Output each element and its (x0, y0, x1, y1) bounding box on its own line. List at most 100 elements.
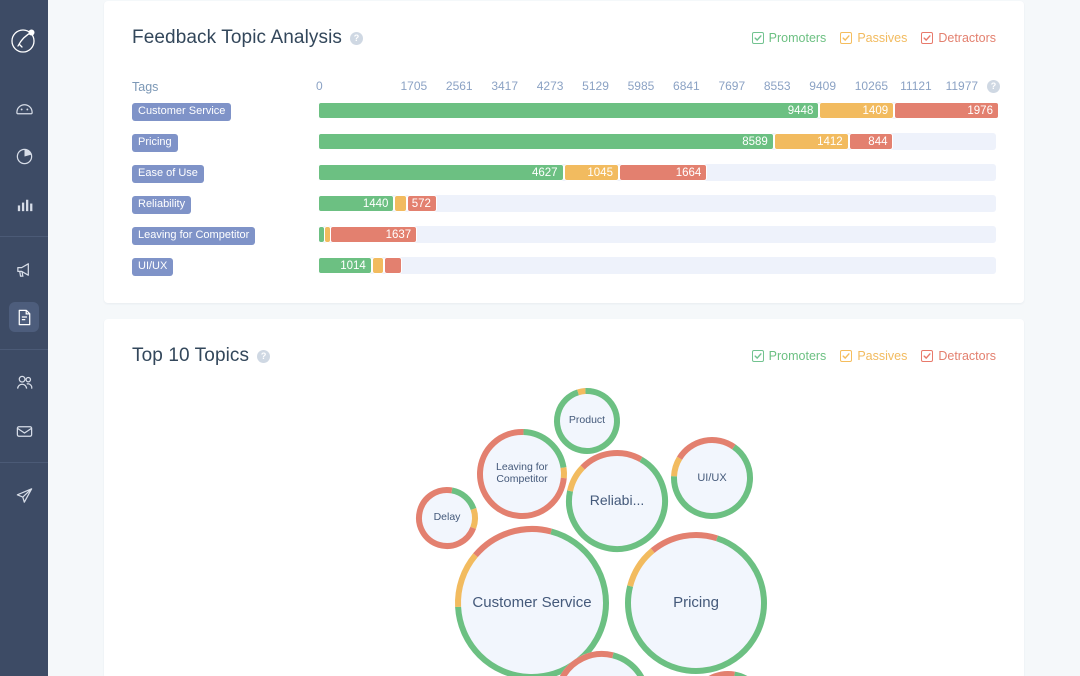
table-row: Ease of Use 4627 1045 1664 (132, 157, 996, 188)
tag-pill[interactable]: UI/UX (132, 257, 174, 276)
topics-title-group: Top 10 Topics ? (132, 345, 271, 367)
legend-label-promoters: Promoters (768, 31, 827, 45)
donut-arc-passives (455, 553, 478, 608)
tag-pill[interactable]: Reliability (132, 195, 192, 214)
bar-track: 4627 1045 1664 (318, 164, 996, 181)
topic-bubble[interactable]: Product (554, 388, 620, 454)
help-icon[interactable]: ? (350, 31, 364, 45)
donut-ring (559, 651, 645, 676)
donut-arc-passives (627, 548, 655, 587)
sidebar-item-reports[interactable] (9, 141, 39, 171)
legend-item-detractors[interactable]: Detractors (921, 349, 996, 363)
sidebar-group-analytics (0, 84, 48, 228)
bar-label-cell: Reliability (132, 194, 318, 214)
feedback-title-group: Feedback Topic Analysis ? (132, 27, 364, 49)
tag-pill[interactable]: Pricing (132, 133, 178, 152)
bar-chart-icon (17, 199, 32, 211)
checkbox-checked-icon[interactable] (751, 32, 764, 44)
bar-segment-detractors[interactable]: 844 (848, 133, 894, 150)
donut-arc-promoters (566, 456, 668, 552)
bar-label-cell: Pricing (132, 132, 318, 152)
tag-pill[interactable]: Ease of Use (132, 164, 204, 183)
bar-track: 8589 1412 844 (318, 133, 996, 150)
bar-segment-promoters[interactable]: 1440 (318, 195, 395, 212)
bar-segment-detractors[interactable]: 572 (406, 195, 437, 212)
tags-column-header: Tags (132, 80, 159, 94)
donut-arc-passives (577, 388, 586, 396)
donut-arc-detractors (473, 526, 552, 558)
axis-tick: 11977 (945, 79, 979, 93)
sidebar-group-send (0, 471, 48, 519)
document-icon (18, 309, 30, 325)
sidebar-item-surveys[interactable] (9, 302, 39, 332)
checkbox-checked-icon[interactable] (751, 350, 764, 362)
sidebar-item-inbox[interactable] (9, 415, 39, 445)
legend-item-passives[interactable]: Passives (840, 349, 907, 363)
legend-item-promoters[interactable]: Promoters (751, 349, 826, 363)
bar-segment-passives[interactable]: 1409 (819, 102, 895, 119)
checkbox-checked-icon[interactable] (840, 350, 853, 362)
speedometer-icon (15, 103, 33, 114)
bar-segment-passives[interactable] (394, 195, 407, 212)
sidebar-item-contacts[interactable] (9, 367, 39, 397)
sidebar-divider-2 (0, 349, 48, 350)
bar-segment-detractors[interactable] (384, 257, 402, 274)
envelope-icon (16, 425, 32, 437)
donut-ring (566, 450, 668, 552)
donut-arc-detractors (677, 437, 736, 460)
donut-arc-detractors (580, 450, 643, 470)
donut-arc-passives (470, 508, 478, 530)
bar-track: 1637 (318, 226, 996, 243)
bar-label-cell: Customer Service (132, 101, 318, 121)
legend-topics: Promoters Passives Detractors (751, 349, 996, 363)
axis-tick: 7697 (718, 79, 746, 93)
feedback-topic-analysis-card: Feedback Topic Analysis ? Promoters Pass… (104, 1, 1024, 303)
people-icon (16, 375, 32, 389)
checkbox-checked-icon[interactable] (921, 32, 934, 44)
axis-help-icon[interactable]: ? (987, 80, 1000, 93)
axis-tick: 10265 (854, 79, 889, 93)
checkbox-checked-icon[interactable] (921, 350, 934, 362)
bar-segment-passives[interactable]: 1412 (773, 133, 849, 150)
topics-card-header: Top 10 Topics ? Promoters Passives Detra… (132, 345, 996, 367)
bar-segment-promoters[interactable]: 9448 (318, 102, 820, 119)
bar-label-cell: Ease of Use (132, 163, 318, 183)
topic-bubble[interactable]: Delay (416, 487, 478, 549)
topics-title: Top 10 Topics (132, 345, 250, 366)
bar-chart-rows: Customer Service 9448 1409 1976 Pricing 8589 1… (132, 95, 999, 281)
topic-bubble[interactable] (688, 671, 768, 676)
topic-bubble[interactable]: Reliabi... (566, 450, 668, 552)
bar-segment-detractors[interactable]: 1637 (330, 226, 418, 243)
sidebar-item-analytics[interactable] (9, 189, 39, 219)
topic-bubble[interactable] (554, 651, 650, 676)
axis-tick: 0 (316, 79, 323, 93)
bar-segment-promoters[interactable]: 1014 (318, 257, 372, 274)
axis-tick: 5129 (582, 79, 609, 93)
sidebar-group-engage (0, 245, 48, 341)
tag-pill[interactable]: Leaving for Competitor (132, 226, 256, 245)
donut-arc-promoters (451, 487, 477, 511)
legend-item-passives[interactable]: Passives (840, 31, 907, 45)
topic-bubble[interactable]: UI/UX (671, 437, 753, 519)
bar-segment-promoters[interactable]: 8589 (318, 133, 774, 150)
legend-label-detractors: Detractors (938, 31, 996, 45)
sidebar-item-send[interactable] (9, 480, 39, 510)
sidebar-item-dashboard[interactable] (9, 93, 39, 123)
main-content: Feedback Topic Analysis ? Promoters Pass… (48, 0, 1080, 676)
bar-segment-detractors[interactable]: 1976 (894, 102, 999, 119)
tag-pill[interactable]: Customer Service (132, 102, 232, 121)
sidebar-item-campaigns[interactable] (9, 254, 39, 284)
legend-item-detractors[interactable]: Detractors (921, 31, 996, 45)
donut-arc-detractors (559, 651, 614, 676)
bar-segment-passives[interactable] (371, 257, 384, 274)
help-icon[interactable]: ? (257, 349, 271, 363)
bar-track: 1014 (318, 257, 996, 274)
pie-chart-icon (16, 148, 32, 164)
sidebar (0, 0, 48, 676)
bar-segment-passives[interactable]: 1045 (563, 164, 619, 181)
bar-segment-promoters[interactable]: 4627 (318, 164, 564, 181)
checkbox-checked-icon[interactable] (840, 32, 853, 44)
legend-item-promoters[interactable]: Promoters (751, 31, 827, 45)
rocket-logo-icon[interactable] (2, 18, 46, 62)
bar-segment-detractors[interactable]: 1664 (618, 164, 708, 181)
